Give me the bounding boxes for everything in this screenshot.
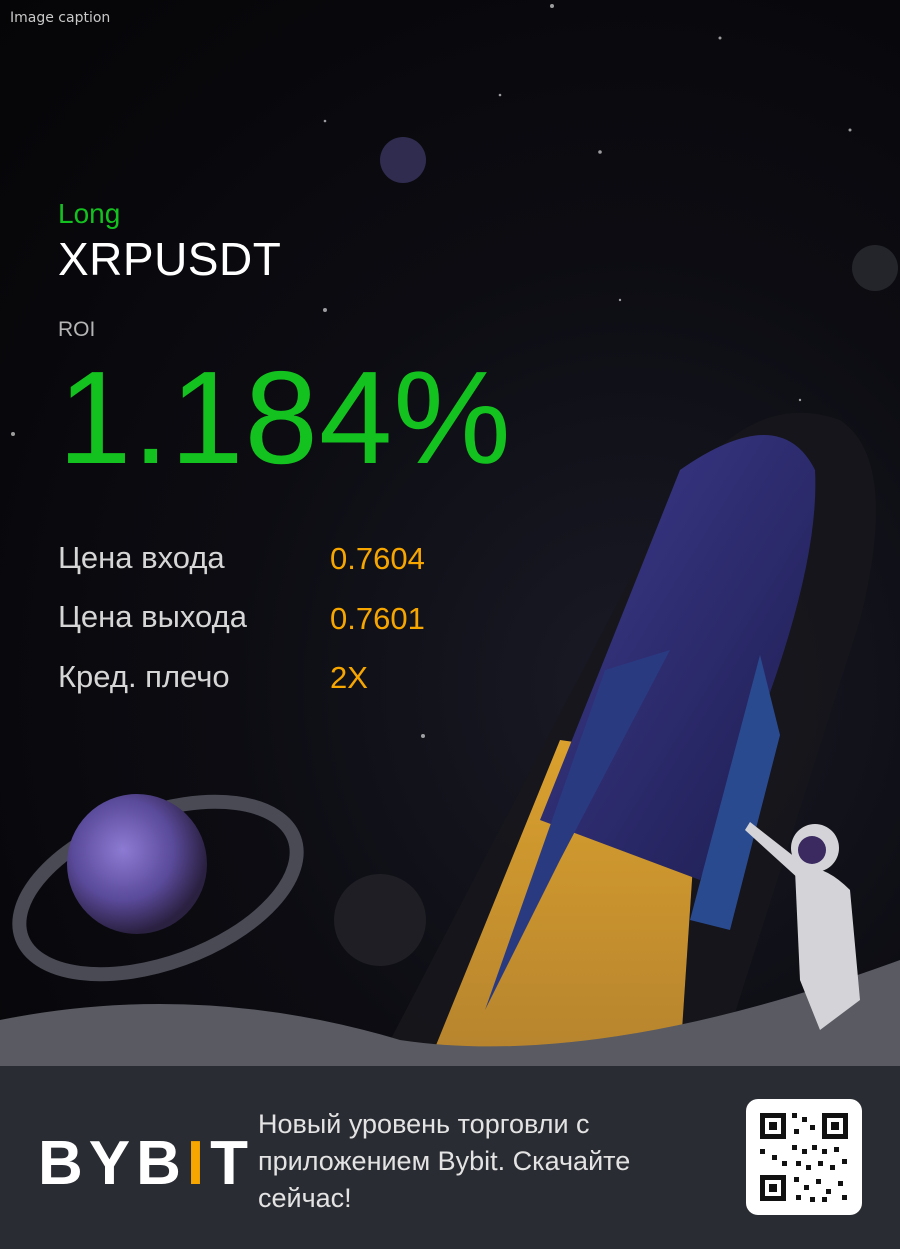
bybit-logo: BYBIT xyxy=(38,1129,255,1198)
exit-price-value: 0.7601 xyxy=(330,601,425,636)
exit-price-label: Цена выхода xyxy=(58,599,247,634)
promo-text: Новый уровень торговли с приложением Byb… xyxy=(258,1109,631,1213)
dim-moon xyxy=(334,874,426,966)
entry-price-value: 0.7604 xyxy=(330,541,425,576)
entry-price-label: Цена входа xyxy=(58,540,225,575)
qr-code-icon[interactable] xyxy=(746,1099,862,1215)
share-card: Image caption Long XRPUSDT ROI 1.184% Це… xyxy=(0,0,900,1249)
far-planet xyxy=(852,245,898,291)
roi-label: ROI xyxy=(58,318,96,341)
trading-pair: XRPUSDT xyxy=(58,233,282,285)
roi-value: 1.184% xyxy=(58,344,512,491)
leverage-label: Кред. плечо xyxy=(58,659,230,694)
small-planet xyxy=(380,137,426,183)
saturn xyxy=(67,794,207,934)
leverage-value: 2X xyxy=(330,660,368,695)
position-side: Long xyxy=(58,198,121,229)
